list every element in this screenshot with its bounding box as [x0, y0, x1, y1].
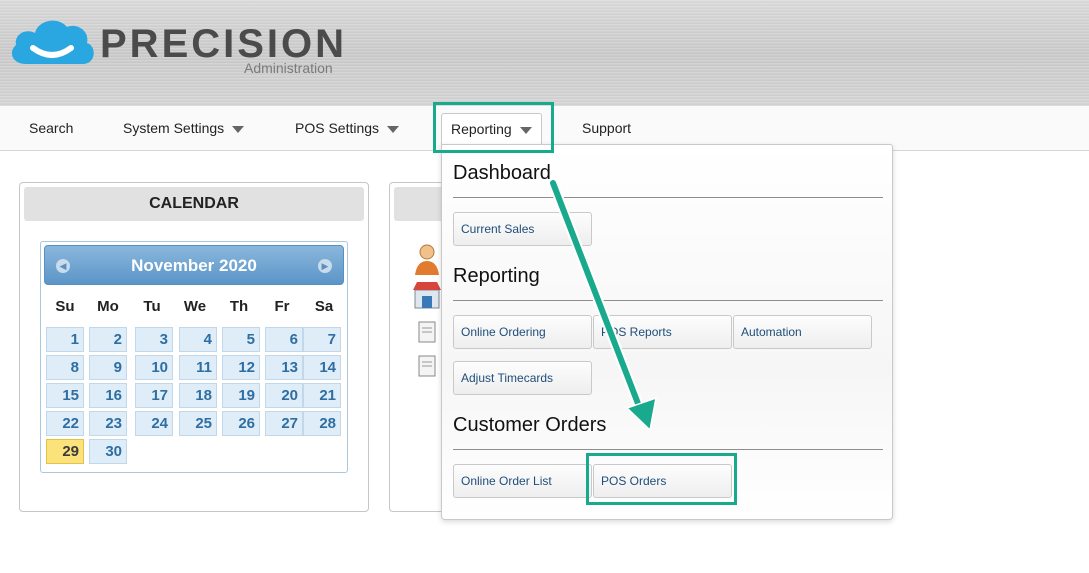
calendar-day[interactable]: 8 [46, 355, 84, 380]
section-divider [453, 300, 883, 301]
nav-label: System Settings [123, 120, 225, 136]
calendar-day[interactable]: 25 [179, 411, 217, 436]
calendar-day[interactable]: 15 [46, 383, 84, 408]
section-heading-customer-orders: Customer Orders [453, 414, 607, 436]
cloud-smile-icon [11, 20, 94, 64]
calendar-day[interactable]: 19 [222, 383, 260, 408]
document-icon[interactable] [417, 320, 441, 346]
user-icon[interactable] [413, 243, 441, 277]
nav-label: POS Settings [295, 120, 380, 136]
calendar-widget: ◀ November 2020 ▶ Su Mo Tu We Th Fr Sa 1234567… [40, 241, 348, 473]
caret-down-icon [387, 125, 400, 133]
automation-button[interactable]: Automation [733, 315, 872, 349]
calendar-day[interactable]: 26 [222, 411, 260, 436]
calendar-day[interactable]: 16 [89, 383, 127, 408]
day-of-week-label: Mo [97, 298, 119, 315]
calendar-day[interactable]: 9 [89, 355, 127, 380]
calendar-day[interactable]: 20 [265, 383, 303, 408]
section-divider [453, 197, 883, 198]
section-heading-reporting: Reporting [453, 265, 540, 287]
day-of-week-label: Fr [274, 298, 290, 315]
calendar-day[interactable]: 14 [303, 355, 341, 380]
current-sales-button[interactable]: Current Sales [453, 212, 592, 246]
calendar-day[interactable]: 22 [46, 411, 84, 436]
day-of-week-label: Tu [143, 298, 161, 315]
nav-label: Search [29, 120, 74, 136]
calendar-day-today[interactable]: 29 [46, 439, 84, 464]
calendar-day[interactable]: 1 [46, 327, 84, 352]
calendar-day[interactable]: 17 [135, 383, 173, 408]
calendar-day[interactable]: 3 [135, 327, 173, 352]
online-ordering-button[interactable]: Online Ordering [453, 315, 592, 349]
day-of-week-label: Th [229, 298, 249, 315]
calendar-day[interactable]: 24 [135, 411, 173, 436]
caret-down-icon [232, 125, 245, 133]
document-icon[interactable] [417, 354, 441, 380]
online-order-list-button[interactable]: Online Order List [453, 464, 592, 498]
calendar-day[interactable]: 5 [222, 327, 260, 352]
brand-subtitle: Administration [244, 60, 333, 76]
calendar-day[interactable]: 7 [303, 327, 341, 352]
pos-orders-highlight-box [586, 453, 737, 505]
store-icon[interactable] [413, 280, 441, 310]
nav-item-search[interactable]: Search [29, 106, 73, 150]
nav-label: Support [582, 120, 632, 136]
day-of-week-label: Su [55, 298, 75, 315]
day-of-week-label: Sa [314, 298, 334, 315]
pos-reports-button[interactable]: POS Reports [593, 315, 732, 349]
calendar-day[interactable]: 23 [89, 411, 127, 436]
calendar-day[interactable]: 30 [89, 439, 127, 464]
calendar-day[interactable]: 11 [179, 355, 217, 380]
calendar-day[interactable]: 10 [135, 355, 173, 380]
day-of-week-label: We [183, 298, 207, 315]
calendar-header: ◀ November 2020 ▶ [44, 245, 344, 285]
calendar-day[interactable]: 18 [179, 383, 217, 408]
calendar-day[interactable]: 28 [303, 411, 341, 436]
calendar-day[interactable]: 21 [303, 383, 341, 408]
next-month-icon[interactable]: ▶ [318, 259, 332, 273]
page: PRECISION Administration Search System S… [0, 0, 1089, 573]
section-divider [453, 449, 883, 450]
calendar-day[interactable]: 13 [265, 355, 303, 380]
calendar-day[interactable]: 12 [222, 355, 260, 380]
section-heading-dashboard: Dashboard [453, 162, 551, 184]
nav-item-pos-settings[interactable]: POS Settings [295, 106, 400, 150]
calendar-day[interactable]: 4 [179, 327, 217, 352]
calendar-day[interactable]: 6 [265, 327, 303, 352]
calendar-panel-title: CALENDAR [24, 187, 364, 221]
adjust-timecards-button[interactable]: Adjust Timecards [453, 361, 592, 395]
calendar-day[interactable]: 27 [265, 411, 303, 436]
calendar-day[interactable]: 2 [89, 327, 127, 352]
nav-item-system-settings[interactable]: System Settings [123, 106, 245, 150]
reporting-highlight-box [433, 102, 554, 153]
calendar-month-label: November 2020 [131, 256, 257, 275]
